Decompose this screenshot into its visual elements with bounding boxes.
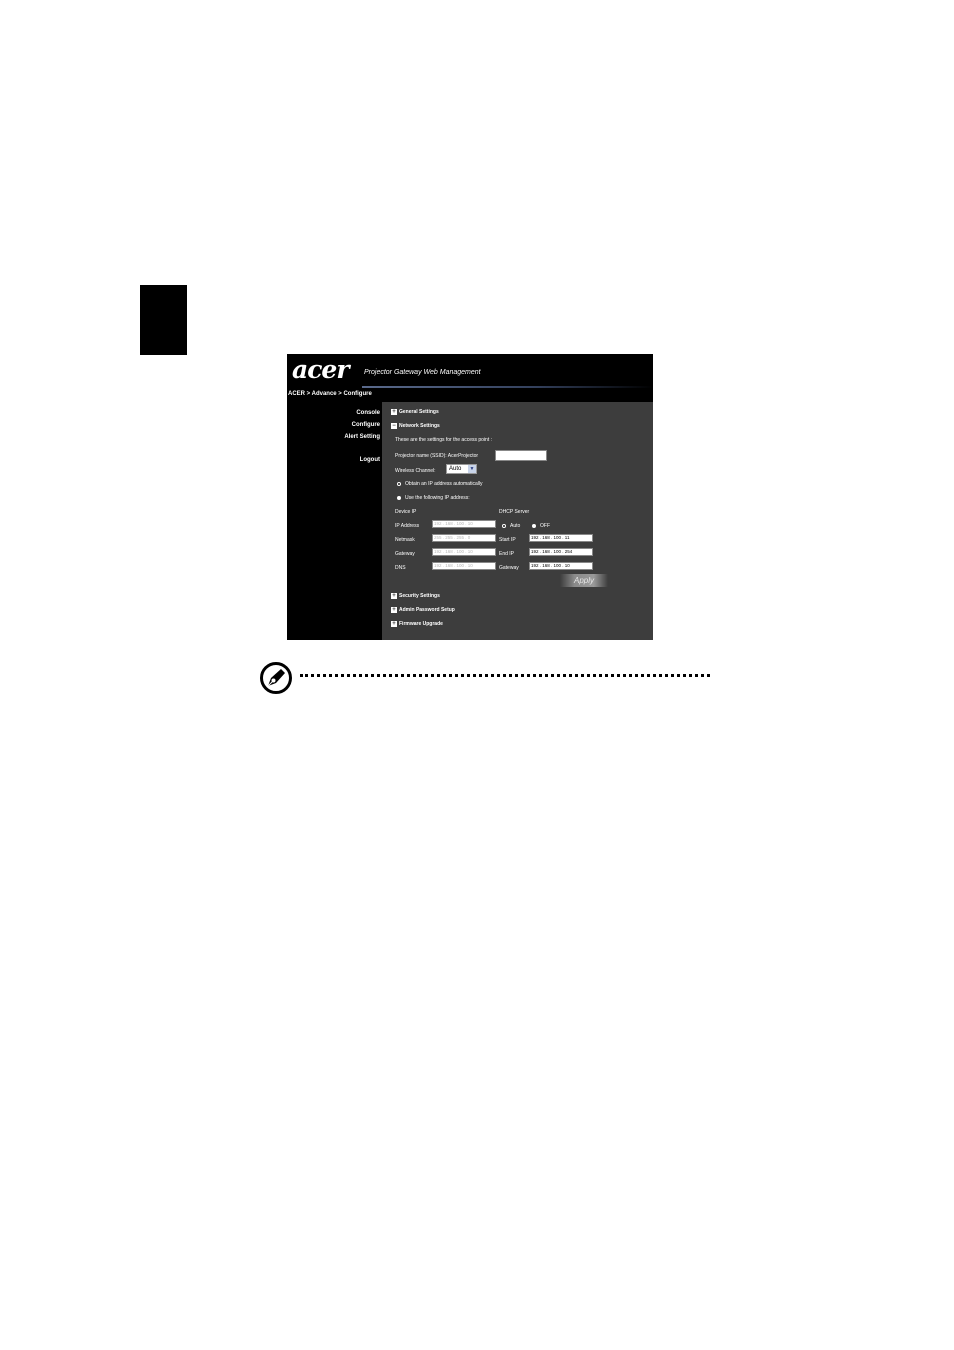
nav-item-alert-setting[interactable]: Alert Setting <box>344 433 380 441</box>
collapse-icon[interactable]: − <box>391 423 397 429</box>
dhcp-off-radio[interactable] <box>532 524 536 528</box>
black-side-tab <box>140 285 187 355</box>
chevron-down-icon[interactable]: ▼ <box>468 465 476 473</box>
section-admin-password[interactable]: Admin Password Setup <box>399 606 455 614</box>
ip-address-label: IP Address <box>395 523 420 529</box>
note-dotted-rule <box>300 674 710 677</box>
acer-logo: acer <box>292 355 349 384</box>
header-divider <box>362 386 653 388</box>
app-title: Projector Gateway Web Management <box>364 369 481 376</box>
expand-icon[interactable]: + <box>391 409 397 415</box>
end-ip-label: End IP <box>499 551 515 557</box>
section-network-settings[interactable]: Network Settings <box>399 422 440 430</box>
section-general-settings[interactable]: General Settings <box>399 408 439 416</box>
section-firmware-upgrade[interactable]: Firmware Upgrade <box>399 620 443 628</box>
dhcp-auto-label: Auto <box>510 523 521 529</box>
dhcp-server-title: DHCP Server <box>499 509 530 515</box>
expand-icon[interactable]: + <box>391 607 397 613</box>
expand-icon[interactable]: + <box>391 593 397 599</box>
wireless-channel-label: Wireless Channel: <box>395 468 436 474</box>
dns-input[interactable]: 192 . 168 . 100 . 10 <box>432 562 496 570</box>
apply-button[interactable]: Apply <box>560 574 608 587</box>
obtain-auto-label: Obtain an IP address automatically <box>405 481 483 487</box>
nav-item-console[interactable]: Console <box>356 409 380 417</box>
dhcp-gateway-input[interactable]: 192 . 168 . 100 . 10 <box>529 562 593 570</box>
nav-item-logout[interactable]: Logout <box>360 456 380 464</box>
device-ip-title: Device IP <box>395 509 417 515</box>
dhcp-off-label: OFF <box>540 523 550 529</box>
netmask-label: Netmask <box>395 537 415 543</box>
breadcrumb: ACER > Advance > Configure <box>288 391 372 397</box>
section-security-settings[interactable]: Security Settings <box>399 592 440 600</box>
dhcp-gateway-label: Gateway <box>499 565 519 571</box>
end-ip-input[interactable]: 192 . 168 . 100 . 254 <box>529 548 593 556</box>
dns-label: DNS <box>395 565 406 571</box>
header-bar: acer Projector Gateway Web Management <box>287 354 653 388</box>
network-intro-text: These are the settings for the access po… <box>395 437 492 443</box>
web-management-window: acer Projector Gateway Web Management AC… <box>287 354 653 640</box>
netmask-input[interactable]: 255 . 255 . 255 . 0 <box>432 534 496 542</box>
use-following-radio[interactable] <box>397 496 401 500</box>
start-ip-label: Start IP <box>499 537 516 543</box>
ssid-input[interactable] <box>495 450 547 461</box>
ssid-label: Projector name (SSID): AcerProjector <box>395 453 479 459</box>
expand-icon[interactable]: + <box>391 621 397 627</box>
dhcp-auto-radio[interactable] <box>502 524 506 528</box>
settings-panel: + General Settings − Network Settings Th… <box>382 402 653 640</box>
gateway-input[interactable]: 192 . 168 . 100 . 10 <box>432 548 496 556</box>
nav-item-configure[interactable]: Configure <box>352 421 380 429</box>
start-ip-input[interactable]: 192 . 168 . 100 . 11 <box>529 534 593 542</box>
wireless-channel-value: Auto <box>449 466 462 472</box>
gateway-label: Gateway <box>395 551 415 557</box>
obtain-auto-radio[interactable] <box>397 482 401 486</box>
device-ip-input[interactable]: 192 . 168 . 100 . 10 <box>432 520 496 528</box>
use-following-label: Use the following IP address: <box>405 495 470 501</box>
note-pen-icon <box>260 662 292 694</box>
wireless-channel-select[interactable]: Auto ▼ <box>446 464 477 474</box>
